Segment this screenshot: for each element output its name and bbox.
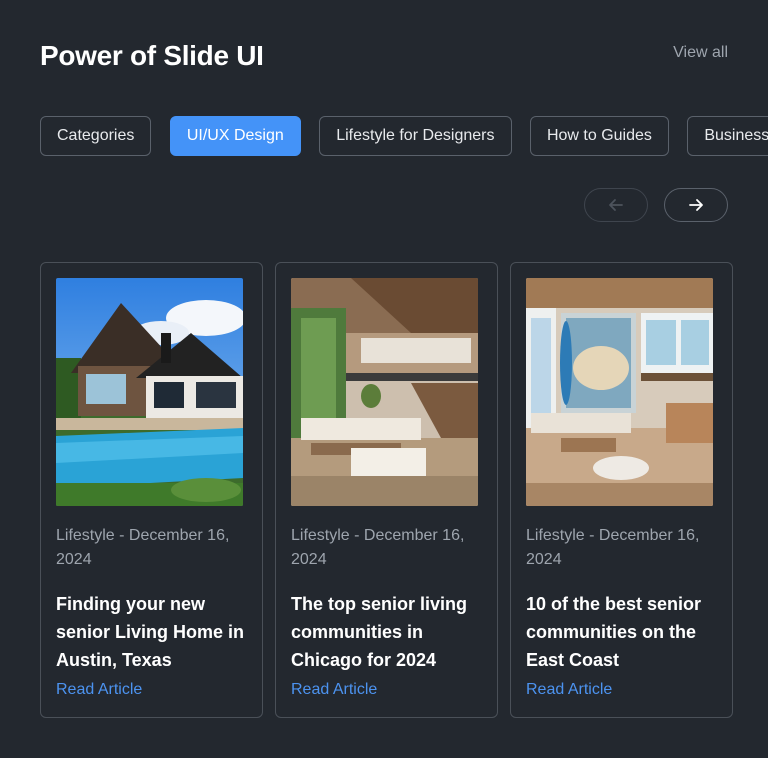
tab-how-to-guides[interactable]: How to Guides <box>529 116 669 156</box>
view-all-link[interactable]: View all <box>673 44 728 62</box>
article-title[interactable]: 10 of the best senior communities on the… <box>526 590 717 674</box>
read-article-link[interactable]: Read Article <box>291 681 377 699</box>
article-carousel: Lifestyle - December 16, 2024 Finding yo… <box>40 262 733 718</box>
tab-lifestyle-for-designers[interactable]: Lifestyle for Designers <box>319 116 512 156</box>
article-title[interactable]: The top senior living communities in Chi… <box>291 590 482 674</box>
tab-ui-ux-design[interactable]: UI/UX Design <box>169 116 301 156</box>
article-card[interactable]: Lifestyle - December 16, 2024 10 of the … <box>510 262 733 718</box>
tab-business[interactable]: Business <box>687 116 768 156</box>
arrow-left-icon <box>609 199 623 211</box>
article-card[interactable]: Lifestyle - December 16, 2024 Finding yo… <box>40 262 263 718</box>
page-title: Power of Slide UI <box>40 40 264 71</box>
prev-button[interactable] <box>584 188 648 222</box>
article-image <box>526 278 713 506</box>
article-image <box>291 278 478 506</box>
tab-categories[interactable]: Categories <box>40 116 152 156</box>
article-card[interactable]: Lifestyle - December 16, 2024 The top se… <box>275 262 498 718</box>
carousel-controls <box>584 188 728 222</box>
next-button[interactable] <box>664 188 728 222</box>
article-image <box>56 278 243 506</box>
article-meta: Lifestyle - December 16, 2024 <box>56 527 230 568</box>
article-meta: Lifestyle - December 16, 2024 <box>291 527 465 568</box>
category-tabs: Categories UI/UX Design Lifestyle for De… <box>40 116 768 156</box>
read-article-link[interactable]: Read Article <box>56 681 142 699</box>
article-meta: Lifestyle - December 16, 2024 <box>526 527 700 568</box>
arrow-right-icon <box>689 199 703 211</box>
read-article-link[interactable]: Read Article <box>526 681 612 699</box>
article-title[interactable]: Finding your new senior Living Home in A… <box>56 590 247 674</box>
